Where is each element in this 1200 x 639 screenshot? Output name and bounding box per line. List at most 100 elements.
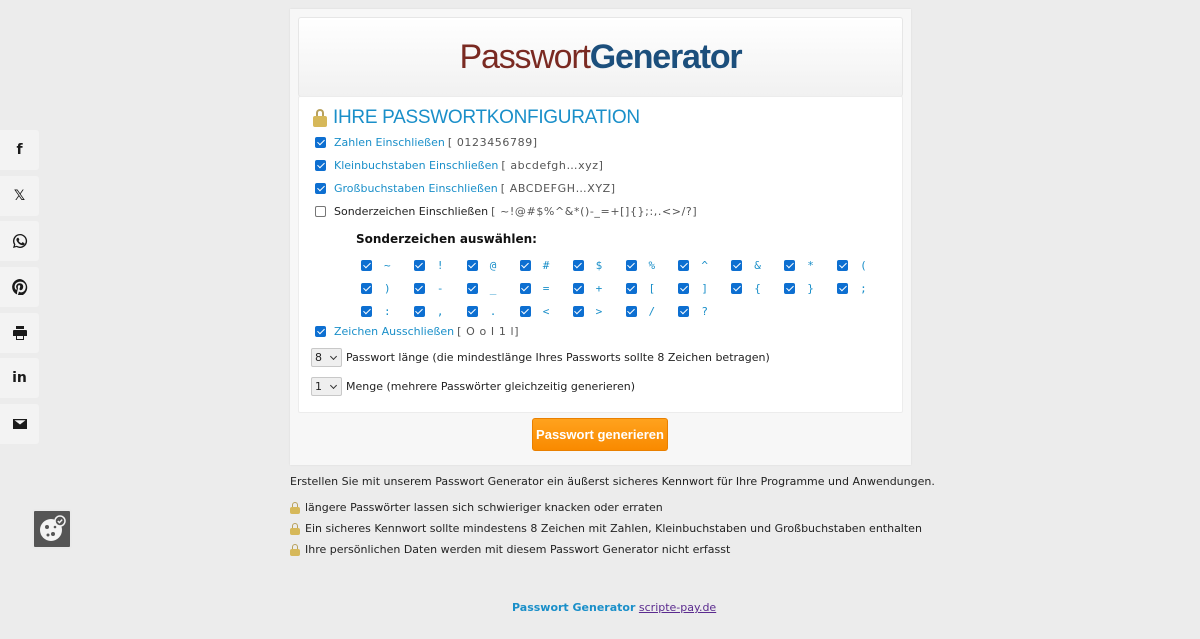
generate-button[interactable]: Passwort generieren (532, 418, 668, 451)
numbers-label[interactable]: Zahlen Einschließen (334, 136, 445, 149)
special-char-option[interactable]: ? (678, 305, 708, 318)
special-char-option[interactable]: ^ (678, 259, 708, 272)
special-char-checkbox[interactable] (572, 283, 584, 294)
special-char-checkbox[interactable] (678, 306, 690, 317)
special-char-option[interactable]: { (731, 282, 761, 295)
special-char-checkbox[interactable] (466, 260, 478, 271)
print-icon (12, 325, 27, 340)
special-char-checkbox[interactable] (678, 283, 690, 294)
special-char-option[interactable]: , (413, 305, 444, 318)
special-checkbox[interactable] (315, 206, 326, 217)
config-title: IHRE PASSWORTKONFIGURATION (313, 107, 640, 129)
special-char-checkbox[interactable] (519, 306, 531, 317)
facebook-share-button[interactable]: f (0, 130, 39, 170)
special-char-checkbox[interactable] (837, 260, 849, 271)
option-lowercase[interactable]: Kleinbuchstaben Einschließen [ abcdefgh…… (315, 159, 604, 172)
site-logo[interactable]: PasswortGenerator (460, 38, 743, 77)
tip-item: längere Passwörter lassen sich schwierig… (290, 501, 663, 514)
special-char-checkbox[interactable] (519, 260, 531, 271)
option-uppercase[interactable]: Großbuchstaben Einschließen [ ABCDEFGH…X… (315, 182, 616, 195)
special-char-option[interactable]: * (784, 259, 814, 272)
special-char-option[interactable]: ; (837, 282, 867, 295)
numbers-checkbox[interactable] (315, 137, 326, 148)
print-button[interactable] (0, 312, 39, 353)
special-char-checkbox[interactable] (572, 260, 584, 271)
intro-text: Erstellen Sie mit unserem Passwort Gener… (290, 475, 935, 488)
lowercase-checkbox[interactable] (315, 160, 326, 171)
special-char-label: ! (436, 259, 444, 272)
exclude-checkbox[interactable] (315, 326, 326, 337)
special-char-checkbox[interactable] (731, 283, 743, 294)
special-char-checkbox[interactable] (361, 260, 372, 271)
special-char-checkbox[interactable] (784, 260, 796, 271)
special-char-option[interactable]: - (413, 282, 444, 295)
special-char-label: * (807, 259, 814, 272)
quantity-select[interactable]: 1 (311, 377, 342, 396)
length-select[interactable]: 8 (311, 348, 342, 367)
special-char-option[interactable]: ( (837, 259, 867, 272)
special-char-checkbox[interactable] (625, 306, 637, 317)
special-char-checkbox[interactable] (678, 260, 690, 271)
cookie-settings-button[interactable] (32, 509, 72, 549)
special-char-option[interactable]: = (519, 282, 549, 295)
option-numbers[interactable]: Zahlen Einschließen [ 0123456789] (315, 136, 538, 149)
option-exclude[interactable]: Zeichen Ausschließen [ O o I 1 l] (315, 325, 519, 338)
x-share-button[interactable]: 𝕏 (0, 175, 39, 216)
special-char-option[interactable]: : (361, 305, 391, 318)
special-char-option[interactable]: > (572, 305, 602, 318)
special-char-checkbox[interactable] (784, 283, 796, 294)
special-char-checkbox[interactable] (572, 306, 584, 317)
special-char-checkbox[interactable] (625, 283, 637, 294)
special-heading: Sonderzeichen auswählen: (356, 232, 537, 246)
email-icon (12, 419, 27, 430)
special-char-label: % (648, 259, 656, 272)
special-char-option[interactable]: [ (625, 282, 655, 295)
special-char-checkbox[interactable] (413, 283, 425, 294)
special-char-label: _ (489, 282, 497, 295)
linkedin-share-button[interactable]: in (0, 358, 39, 399)
config-panel: IHRE PASSWORTKONFIGURATION Zahlen Einsch… (298, 96, 903, 413)
special-char-option[interactable]: $ (572, 259, 602, 272)
lock-icon (290, 543, 300, 556)
special-char-checkbox[interactable] (519, 283, 531, 294)
special-char-option[interactable]: _ (466, 282, 497, 295)
special-char-option[interactable]: ) (361, 282, 391, 295)
special-char-checkbox[interactable] (625, 260, 637, 271)
pinterest-share-button[interactable] (0, 267, 39, 308)
logo-header: PasswortGenerator (298, 17, 903, 97)
special-char-checkbox[interactable] (837, 283, 849, 294)
special-char-label: ^ (701, 259, 709, 272)
option-special[interactable]: Sonderzeichen Einschließen [ ~!@#$%^&*()… (315, 205, 697, 218)
special-char-option[interactable]: } (784, 282, 814, 295)
special-char-option[interactable]: ] (678, 282, 708, 295)
special-char-checkbox[interactable] (731, 260, 743, 271)
whatsapp-share-button[interactable] (0, 221, 39, 262)
email-share-button[interactable] (0, 404, 39, 445)
uppercase-checkbox[interactable] (315, 183, 326, 194)
special-char-option[interactable]: ~ (361, 259, 391, 272)
special-char-option[interactable]: . (466, 305, 496, 318)
exclude-label[interactable]: Zeichen Ausschließen (334, 325, 454, 338)
special-char-checkbox[interactable] (361, 306, 372, 317)
lowercase-label[interactable]: Kleinbuchstaben Einschließen (334, 159, 498, 172)
special-char-checkbox[interactable] (466, 283, 478, 294)
special-char-option[interactable]: ! (413, 259, 444, 272)
special-char-checkbox[interactable] (413, 260, 425, 271)
special-char-option[interactable]: / (625, 305, 655, 318)
special-char-label: ? (701, 305, 709, 318)
special-chars: [ ~!@#$%^&*()-_=+[]{};:,.<>/?] (491, 205, 698, 218)
footer-link[interactable]: scripte-pay.de (639, 601, 716, 614)
numbers-chars: [ 0123456789] (447, 136, 538, 149)
special-char-option[interactable]: # (519, 259, 549, 272)
special-char-option[interactable]: & (731, 259, 761, 272)
special-label[interactable]: Sonderzeichen Einschließen (334, 205, 488, 218)
uppercase-label[interactable]: Großbuchstaben Einschließen (334, 182, 498, 195)
special-char-option[interactable]: % (625, 259, 656, 272)
special-char-checkbox[interactable] (466, 306, 478, 317)
special-char-checkbox[interactable] (361, 283, 372, 294)
special-char-option[interactable]: < (519, 305, 549, 318)
special-char-option[interactable]: + (572, 282, 602, 295)
special-char-option[interactable]: @ (466, 259, 496, 272)
special-char-checkbox[interactable] (413, 306, 425, 317)
quantity-label: Menge (mehrere Passwörter gleichzeitig g… (346, 380, 635, 393)
